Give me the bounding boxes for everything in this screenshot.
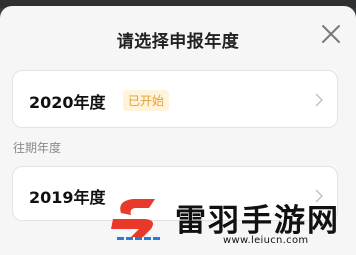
watermark-url: www.leiucn.com — [223, 235, 309, 246]
past-years-heading: 往期年度 — [13, 141, 62, 155]
dialog-title: 请选择申报年度 — [116, 32, 240, 52]
status-badge: 已开始 — [123, 90, 170, 111]
watermark: 雷羽手游网 www.leiucn.com — [105, 190, 355, 255]
close-icon[interactable] — [320, 23, 342, 45]
watermark-name: 雷羽手游网 — [175, 203, 340, 239]
screen: { "dialog": { "title": "请选择申报年度", "close… — [0, 0, 356, 255]
year-label: 2019年度 — [29, 188, 106, 207]
watermark-logo-icon — [111, 199, 160, 240]
year-option-2020[interactable]: 2020年度 已开始 — [12, 70, 338, 128]
chevron-right-icon — [315, 93, 323, 107]
year-label: 2020年度 — [29, 93, 106, 112]
